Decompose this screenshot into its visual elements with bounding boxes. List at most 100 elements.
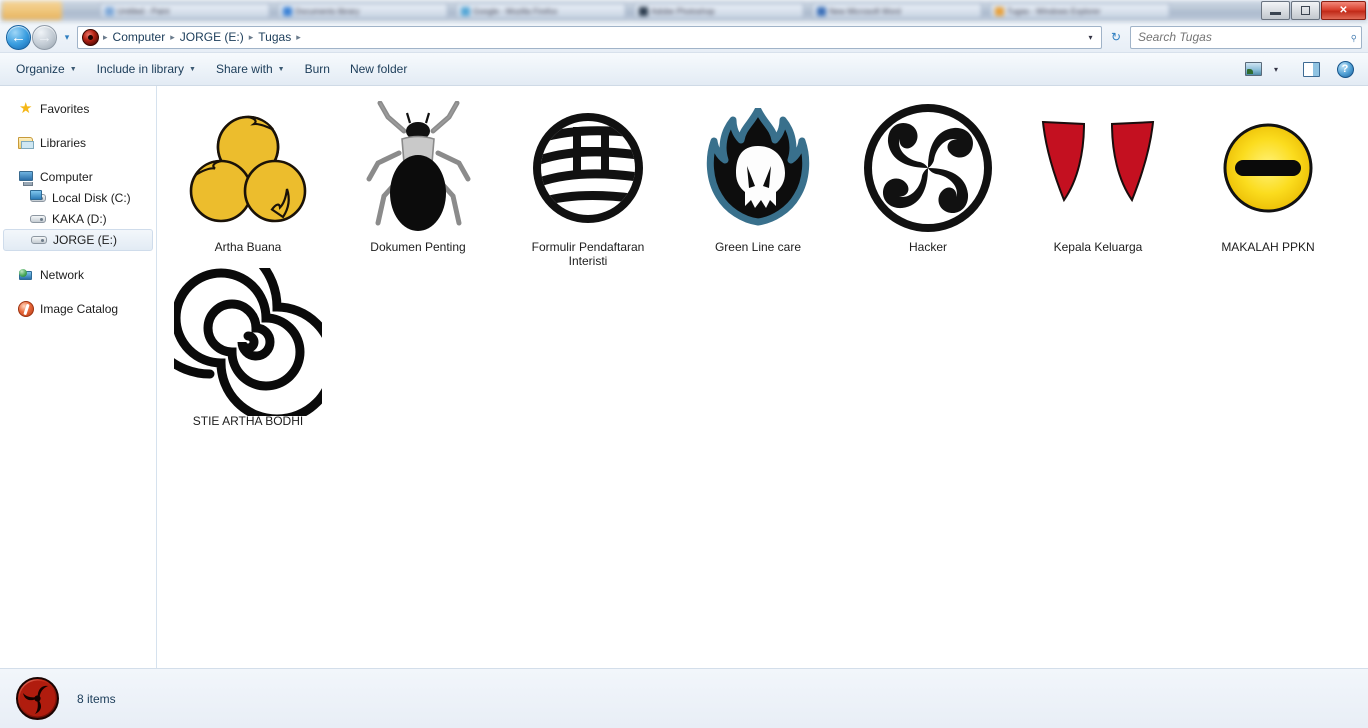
view-dropdown-button[interactable]: ▾ [1268,57,1284,81]
toolbar-right-group: ▾ ? [1240,57,1362,81]
sidebar-item-libraries[interactable]: Libraries [0,132,156,153]
taskbar-item-icon [817,6,826,16]
file-item[interactable]: Artha Buana [163,94,333,268]
start-button[interactable] [2,1,62,20]
breadcrumb-separator[interactable]: ▸ [295,32,302,43]
restore-button[interactable] [1291,1,1320,20]
hard-disk-system-icon [30,189,46,206]
back-button[interactable]: ← [6,24,31,50]
network-icon [18,267,34,283]
minimize-button[interactable] [1261,1,1290,20]
taskbar-item-label: Untitled - Paint [117,6,170,16]
file-item[interactable]: Dokumen Penting [333,94,503,268]
breadcrumb-item-jorge-e[interactable]: JORGE (E:) [176,28,248,46]
taskbar-item-icon [995,6,1004,16]
chevron-down-icon: ▼ [189,65,196,73]
taskbar-item[interactable]: Google - Mozilla Firefox [456,3,626,19]
file-item[interactable]: MAKALAH PPKN [1183,94,1353,268]
close-icon: ✕ [1339,5,1348,16]
file-name: Kepala Keluarga [1053,240,1143,254]
sidebar-item-label: Computer [40,169,93,184]
navigation-pane: ★ Favorites Libraries Computer Local Dis… [0,86,157,668]
change-view-button[interactable] [1240,57,1266,81]
sidebar-item-label: Image Catalog [40,301,119,316]
image-catalog-icon [18,300,34,317]
sidebar-item-image-catalog[interactable]: Image Catalog [0,298,156,319]
file-list-pane[interactable]: Artha Buana Dokumen Penting Formulir Pen… [157,86,1368,668]
sidebar-item-computer[interactable]: Computer [0,166,156,187]
file-name: STIE ARTHA BODHI [192,414,304,428]
chevron-down-icon: ▼ [277,65,285,73]
black-spiral-icon [173,268,323,416]
sidebar-item-kaka-d[interactable]: KAKA (D:) [0,208,156,229]
burn-label: Burn [304,62,330,76]
sidebar-item-label: KAKA (D:) [52,211,107,226]
taskbar-strip: Untitled - Paint Documents library Googl… [0,0,1368,22]
file-name: Artha Buana [214,240,282,254]
file-grid: Artha Buana Dokumen Penting Formulir Pen… [157,86,1368,428]
sidebar-item-network[interactable]: Network [0,264,156,285]
file-name: Dokumen Penting [370,240,466,254]
library-folder-icon [18,135,34,151]
taskbar-item[interactable]: New Microsoft Word [812,3,982,19]
breadcrumb-item-computer[interactable]: Computer [109,28,170,46]
refresh-button[interactable]: ↻ [1105,26,1127,49]
hard-disk-icon [30,211,46,227]
file-item[interactable]: STIE ARTHA BODHI [163,268,333,428]
file-item[interactable]: Hacker [843,94,1013,268]
hard-disk-icon [31,232,47,248]
burn-button[interactable]: Burn [295,56,340,82]
taskbar-item-label: Adobe Photoshop [651,6,715,16]
back-arrow-icon: ← [11,28,26,46]
address-dropdown-button[interactable]: ▾ [1082,27,1099,48]
new-folder-label: New folder [349,62,408,76]
help-button[interactable]: ? [1332,57,1358,81]
file-name: Green Line care [714,240,802,254]
sidebar-item-local-disk-c[interactable]: Local Disk (C:) [0,187,156,208]
taskbar-item[interactable]: Documents library [278,3,448,19]
share-with-button[interactable]: Share with ▼ [206,56,295,82]
recent-pages-button[interactable]: ▾ [60,25,74,50]
breadcrumb[interactable]: ▸ Computer ▸ JORGE (E:) ▸ Tugas ▸ ▾ [77,25,1102,49]
include-in-library-button[interactable]: Include in library ▼ [87,56,206,82]
flaming-skull-icon [683,98,833,238]
taskbar-item[interactable]: Tugas - Windows Explorer [990,3,1170,19]
include-in-library-label: Include in library [96,62,185,76]
breadcrumb-item-tugas[interactable]: Tugas [254,28,295,46]
taskbar-item[interactable]: Untitled - Paint [100,3,270,19]
taskbar-item-icon [105,6,114,16]
preview-pane-button[interactable] [1298,57,1324,81]
taskbar-item-icon [283,6,292,16]
organize-button[interactable]: Organize ▼ [6,56,87,82]
taskbar-item-label: New Microsoft Word [829,6,901,16]
close-button[interactable]: ✕ [1321,1,1366,20]
sidebar-item-favorites[interactable]: ★ Favorites [0,98,156,119]
item-count-label: 8 items [77,691,116,706]
window-controls: ✕ [1260,1,1366,20]
sidebar-item-label: Local Disk (C:) [52,190,131,205]
red-fangs-icon [1023,98,1173,238]
chevron-down-icon: ▾ [64,31,70,42]
sidebar-item-label: Libraries [40,135,87,150]
taskbar-item[interactable]: Adobe Photoshop [634,3,804,19]
file-item[interactable]: Green Line care [673,94,843,268]
taskbar-item-label: Documents library [295,6,360,16]
share-with-label: Share with [215,62,273,76]
folder-sharingan-icon [16,677,59,720]
status-bar: 8 items [0,668,1368,728]
minimize-icon [1270,11,1281,15]
new-folder-button[interactable]: New folder [340,56,417,82]
forward-button[interactable]: → [32,24,57,50]
yellow-circle-bar-icon [1193,98,1343,238]
taskbar-item-icon [639,6,648,16]
search-input[interactable] [1138,30,1350,44]
search-box[interactable]: ⌕ [1130,25,1362,49]
taskbar-item-icon [461,6,470,16]
file-item[interactable]: Kepala Keluarga [1013,94,1183,268]
sidebar-item-jorge-e[interactable]: JORGE (E:) [3,229,153,251]
file-item[interactable]: Formulir Pendaftaran Interisti [503,94,673,268]
restore-icon [1301,6,1310,15]
